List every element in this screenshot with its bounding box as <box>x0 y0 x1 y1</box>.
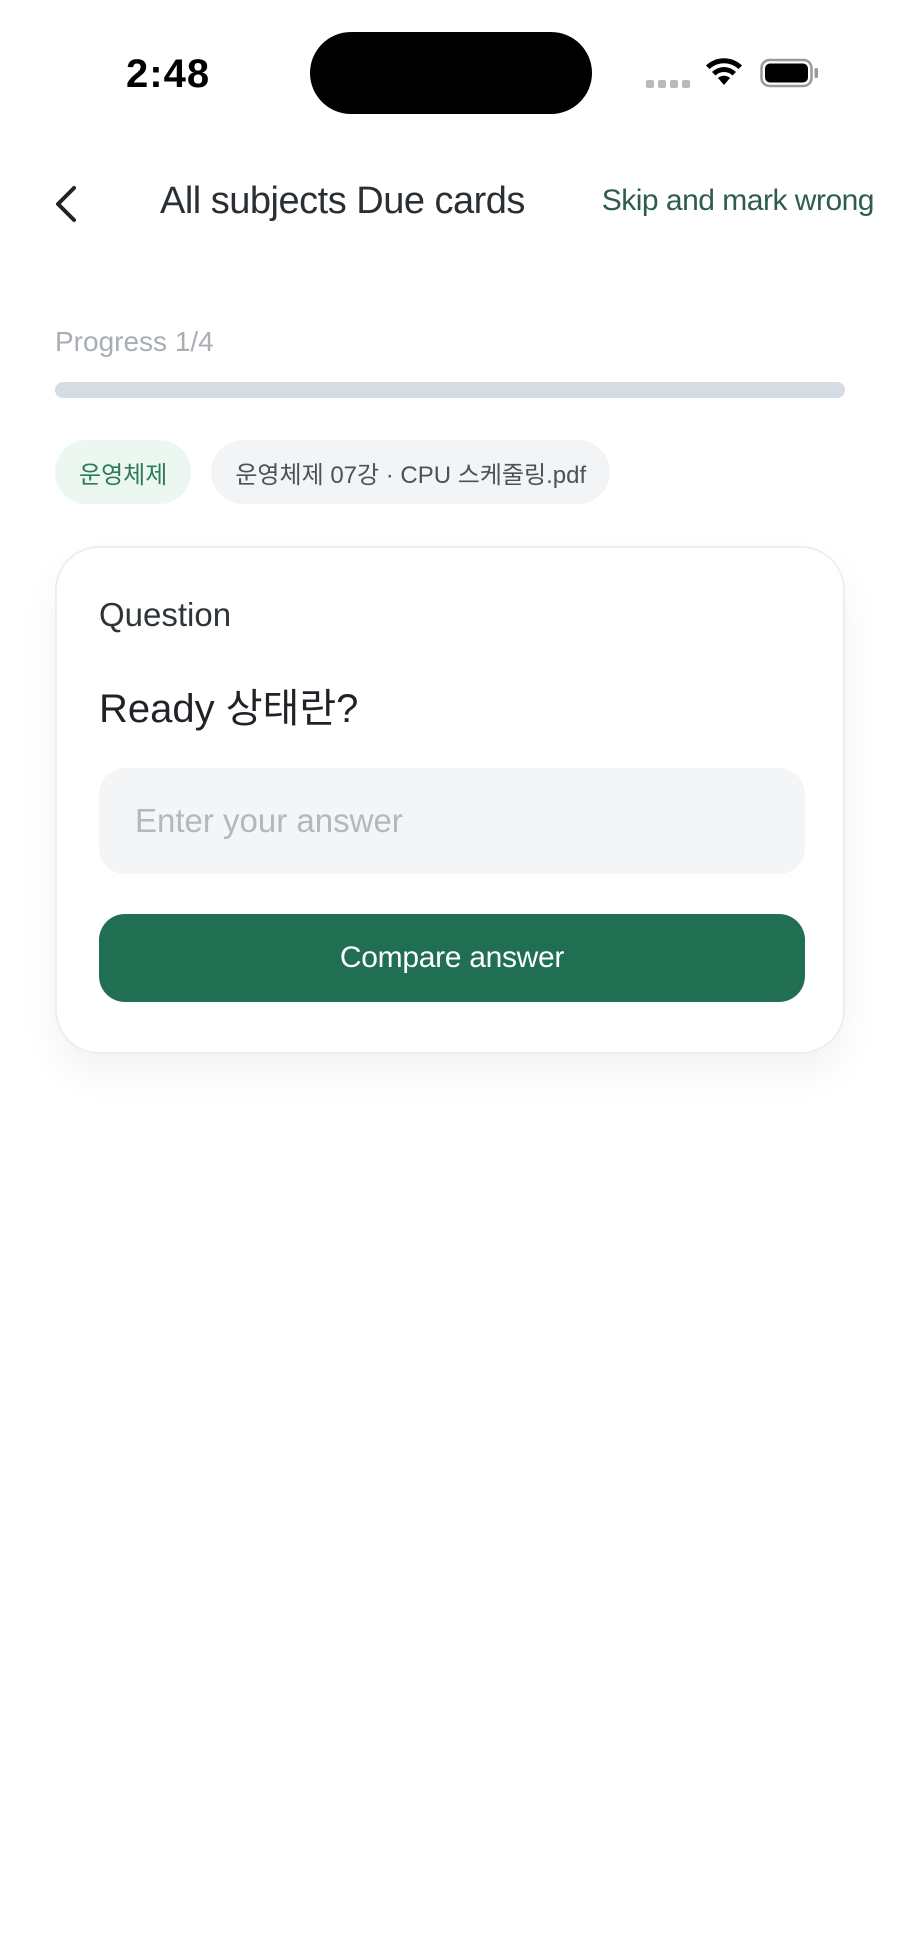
chevron-left-icon <box>56 186 76 222</box>
compare-answer-button[interactable]: Compare answer <box>99 914 805 1002</box>
question-text: Ready 상태란? <box>99 687 359 731</box>
dynamic-island <box>310 32 592 114</box>
progress-bar <box>55 382 845 398</box>
cellular-signal-icon <box>646 80 690 90</box>
study-screen: 2:48 All subjects Due cards Skip and mar… <box>0 0 900 1950</box>
card-tags: 운영체제 운영체제 07강 · CPU 스케줄링.pdf <box>55 440 611 504</box>
question-label: Question <box>99 596 232 633</box>
progress-label: Progress 1/4 <box>55 326 214 357</box>
status-bar: 2:48 <box>0 0 900 130</box>
source-file-chip[interactable]: 운영체제 07강 · CPU 스케줄링.pdf <box>211 440 611 504</box>
question-card: Question Ready 상태란? Compare answer <box>55 546 845 1054</box>
back-button[interactable] <box>40 176 90 232</box>
skip-and-mark-wrong-button[interactable]: Skip and mark wrong <box>602 184 875 218</box>
wifi-icon <box>706 58 742 85</box>
subject-chip[interactable]: 운영체제 <box>55 440 192 504</box>
nav-header: All subjects Due cards Skip and mark wro… <box>0 160 900 250</box>
status-time: 2:48 <box>126 52 211 96</box>
answer-input[interactable] <box>99 768 805 874</box>
battery-icon <box>760 58 818 88</box>
page-title: All subjects Due cards <box>160 180 525 222</box>
